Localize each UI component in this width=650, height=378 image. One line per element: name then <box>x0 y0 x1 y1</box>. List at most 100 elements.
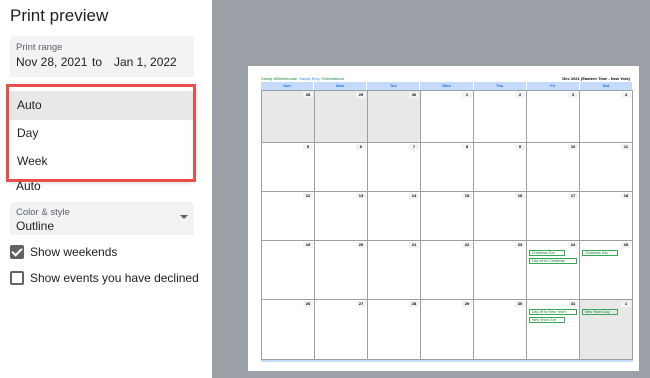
day-number: 9 <box>515 144 525 150</box>
checkbox-unchecked-icon[interactable] <box>10 271 24 285</box>
day-cell[interactable]: 30 <box>368 91 421 143</box>
day-cell[interactable]: 1 <box>421 91 474 143</box>
day-cell[interactable]: 19 <box>262 241 315 300</box>
show-declined-row[interactable]: Show events you have declined <box>10 270 199 286</box>
day-number: 20 <box>356 242 366 248</box>
calendar-sub-name: Sandy Eloy, <box>299 76 321 81</box>
day-number: 8 <box>462 144 472 150</box>
color-style-select[interactable]: Color & style Outline <box>10 202 194 235</box>
day-cell[interactable]: 15 <box>421 192 474 241</box>
day-number: 17 <box>568 193 578 199</box>
range-start-date[interactable]: Nov 28, 2021 <box>16 55 87 69</box>
day-cell[interactable]: 1 New Year's Day <box>580 300 633 360</box>
day-cell[interactable]: 23 <box>474 241 527 300</box>
day-cell[interactable]: 21 <box>368 241 421 300</box>
weekday-label: Mon <box>314 82 368 90</box>
calendar-event[interactable]: Christmas Day <box>582 250 618 256</box>
dropdown-arrow-icon <box>180 215 188 219</box>
day-cell[interactable]: 31 Day off for New Year's New Year's Eve <box>527 300 580 360</box>
day-cell[interactable]: 16 <box>474 192 527 241</box>
day-cell[interactable]: 8 <box>421 143 474 192</box>
day-cell[interactable]: 4 <box>580 91 633 143</box>
day-cell[interactable]: 3 <box>527 91 580 143</box>
week-row: 28 29 30 1 2 3 4 <box>262 91 633 143</box>
day-cell[interactable]: 29 <box>315 91 368 143</box>
day-number: 22 <box>462 242 472 248</box>
day-number: 29 <box>356 92 366 98</box>
color-style-value: Outline <box>16 219 55 233</box>
day-cell[interactable]: 6 <box>315 143 368 192</box>
calendar-event[interactable]: Day off for New Year's <box>529 309 577 315</box>
day-cell[interactable]: 10 <box>527 143 580 192</box>
calendar-grid: Sun Mon Tue Wed Thu Fri Sat 28 29 30 1 2 3 4 5 6 7 8 9 10 1… <box>261 82 633 360</box>
calendar-event[interactable]: Christmas Eve <box>529 250 565 256</box>
day-number: 30 <box>409 92 419 98</box>
calendar-event[interactable]: New Year's Day <box>582 309 618 315</box>
day-number: 27 <box>356 301 366 307</box>
footer-divider <box>261 360 633 362</box>
day-number: 31 <box>568 301 578 307</box>
day-cell[interactable]: 20 <box>315 241 368 300</box>
week-row: 5 6 7 8 9 10 11 <box>262 143 633 192</box>
color-style-label: Color & style <box>16 207 70 218</box>
day-number: 4 <box>621 92 631 98</box>
print-range-field[interactable]: Print range Nov 28, 2021 to Jan 1, 2022 <box>10 36 194 77</box>
day-cell[interactable]: 2 <box>474 91 527 143</box>
show-declined-label: Show events you have declined <box>30 271 199 285</box>
checkbox-checked-icon[interactable] <box>10 245 24 259</box>
day-number: 1 <box>462 92 472 98</box>
day-number: 23 <box>515 242 525 248</box>
range-end-date[interactable]: Jan 1, 2022 <box>114 55 177 69</box>
weekday-label: Sat <box>579 82 633 90</box>
week-row: 12 13 14 15 16 17 18 <box>262 192 633 241</box>
day-number: 12 <box>303 193 313 199</box>
show-weekends-row[interactable]: Show weekends <box>10 244 117 260</box>
range-to-text: to <box>92 55 103 69</box>
day-cell[interactable]: 11 <box>580 143 633 192</box>
day-cell[interactable]: 26 <box>262 300 315 360</box>
week-row: 26 27 28 29 30 31 Day off for New Year's New Ye… <box>262 300 633 360</box>
day-number: 30 <box>515 301 525 307</box>
day-number: 3 <box>568 92 578 98</box>
calendar-sub-celebrations: Celebrations <box>321 76 344 81</box>
day-cell[interactable]: 9 <box>474 143 527 192</box>
day-cell[interactable]: 12 <box>262 192 315 241</box>
day-cell[interactable]: 27 <box>315 300 368 360</box>
day-cell[interactable]: 30 <box>474 300 527 360</box>
day-cell[interactable]: 17 <box>527 192 580 241</box>
day-cell[interactable]: 22 <box>421 241 474 300</box>
day-cell[interactable]: 28 <box>262 91 315 143</box>
day-cell[interactable]: 18 <box>580 192 633 241</box>
day-cell[interactable]: 13 <box>315 192 368 241</box>
day-cell[interactable]: 29 <box>421 300 474 360</box>
weekday-header-row: Sun Mon Tue Wed Thu Fri Sat <box>261 82 633 90</box>
day-number: 7 <box>409 144 419 150</box>
weekday-label: Thu <box>473 82 527 90</box>
page-title: Print preview <box>10 6 109 25</box>
calendar-event[interactable]: Day off for Christmas <box>529 258 577 264</box>
day-number: 11 <box>621 144 631 150</box>
day-cell[interactable]: 14 <box>368 192 421 241</box>
weekday-label: Sun <box>261 82 315 90</box>
show-weekends-label: Show weekends <box>30 245 118 259</box>
day-number: 18 <box>621 193 631 199</box>
highlight-box <box>6 84 196 182</box>
day-number: 1 <box>621 301 631 307</box>
day-number: 19 <box>303 242 313 248</box>
day-number: 16 <box>515 193 525 199</box>
day-cell[interactable]: 7 <box>368 143 421 192</box>
calendar-event[interactable]: New Year's Eve <box>529 317 565 323</box>
day-number: 13 <box>356 193 366 199</box>
day-number: 21 <box>409 242 419 248</box>
day-cell[interactable]: 28 <box>368 300 421 360</box>
print-preview-area: Sandy Writtenhouse, Sandy Eloy, Celebrat… <box>212 0 650 378</box>
day-number: 10 <box>568 144 578 150</box>
day-number: 26 <box>303 301 313 307</box>
day-cell[interactable]: 5 <box>262 143 315 192</box>
calendar-owner-header: Sandy Writtenhouse, Sandy Eloy, Celebrat… <box>261 76 344 81</box>
day-cell[interactable]: 24 Christmas Eve Day off for Christmas <box>527 241 580 300</box>
day-cell[interactable]: 25 Christmas Day <box>580 241 633 300</box>
day-number: 24 <box>568 242 578 248</box>
print-settings-panel: Print preview Print range Nov 28, 2021 t… <box>0 0 212 378</box>
weeks-container: 28 29 30 1 2 3 4 5 6 7 8 9 10 11 12 13 14 15 16 17 18 19 20 21 2… <box>261 90 633 360</box>
